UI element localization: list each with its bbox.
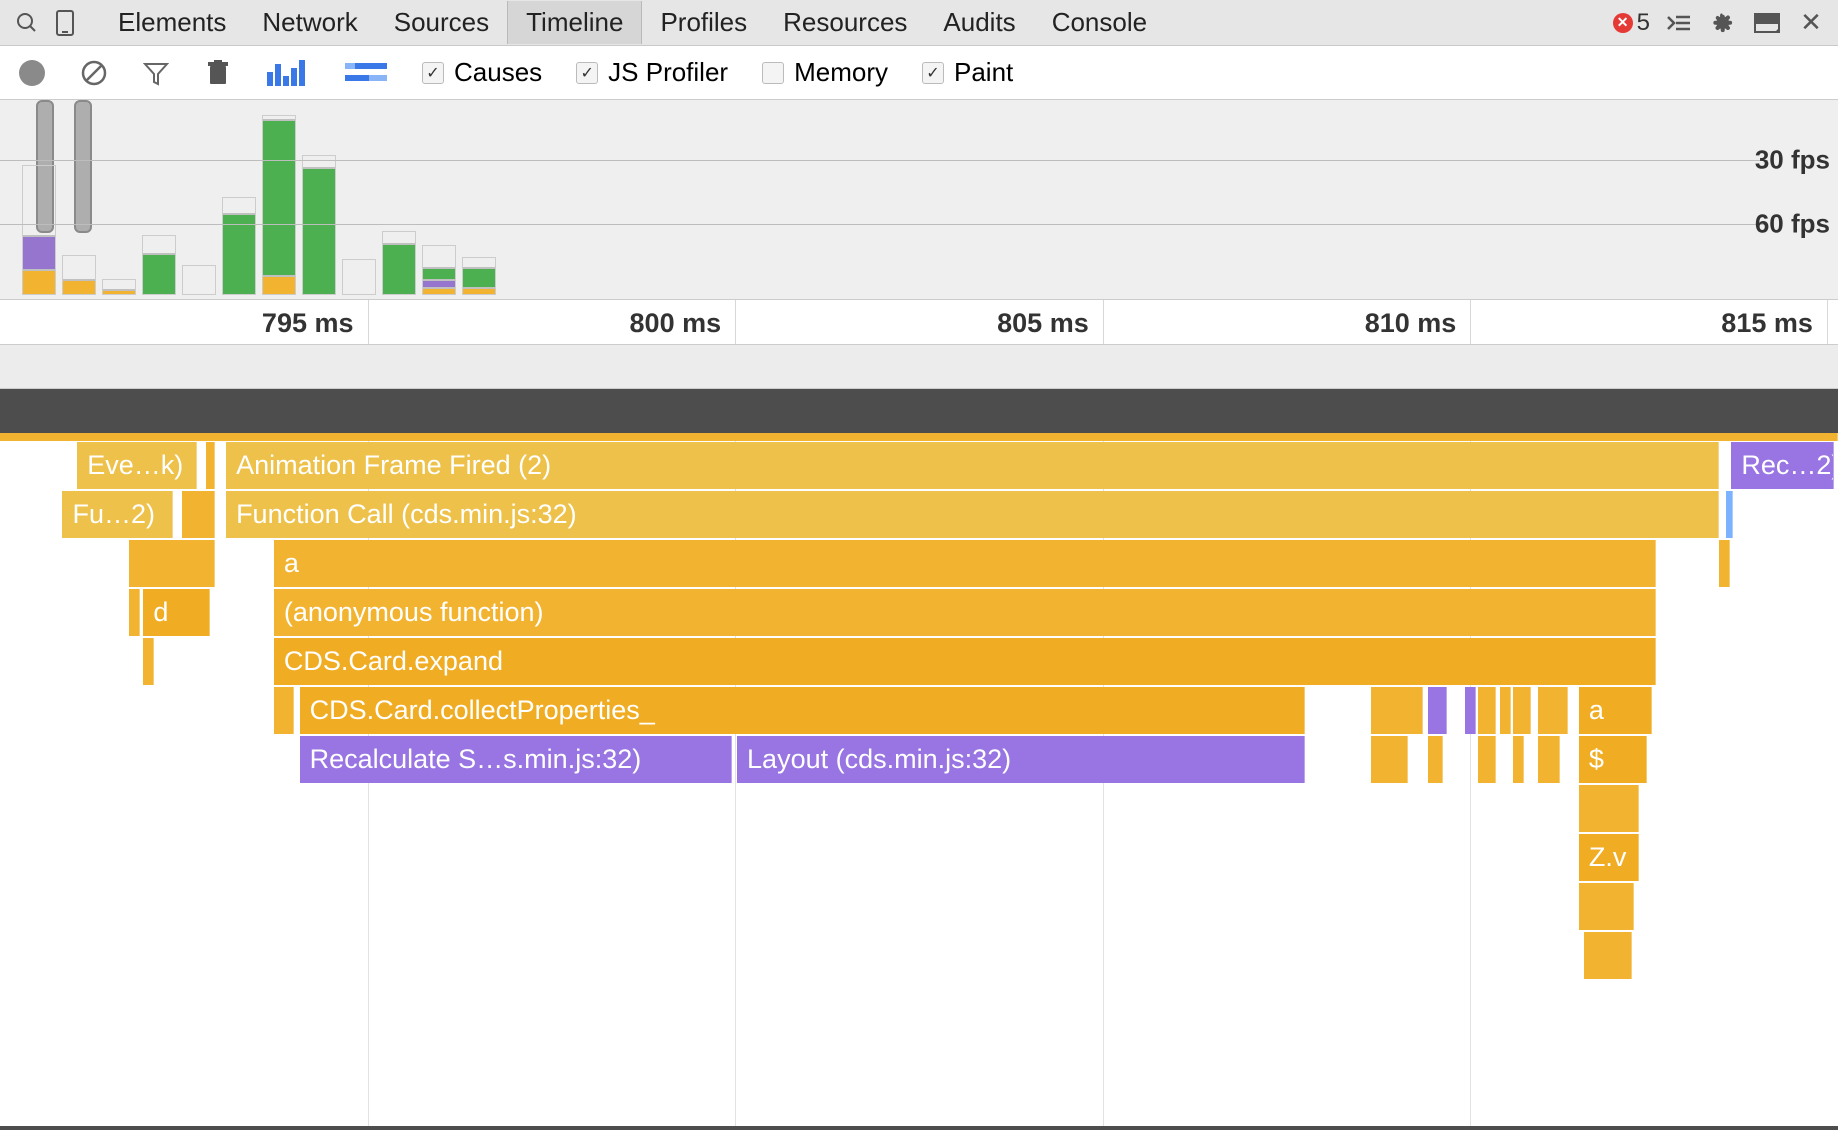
tab-console[interactable]: Console [1034, 1, 1165, 44]
tab-timeline[interactable]: Timeline [507, 1, 642, 44]
fps-30-line [0, 160, 1768, 161]
trash-icon[interactable] [204, 59, 232, 87]
tab-audits[interactable]: Audits [925, 1, 1033, 44]
checkbox-label: Paint [954, 57, 1013, 88]
fps-60-line [0, 224, 1768, 225]
device-icon[interactable] [50, 8, 80, 38]
flame-event[interactable] [1584, 932, 1632, 979]
error-count-label: 5 [1637, 9, 1650, 37]
flame-event[interactable] [206, 442, 215, 489]
ruler-label: 805 ms [997, 308, 1099, 339]
flame-event-animation-frame[interactable]: Animation Frame Fired (2) [226, 442, 1718, 489]
settings-icon[interactable] [1708, 8, 1738, 38]
flame-event-recalc-style[interactable]: Rec…2) [1731, 442, 1834, 489]
ruler-label: 810 ms [1365, 308, 1467, 339]
checkbox-paint[interactable]: Paint [922, 57, 1013, 88]
time-ruler[interactable]: 795 ms 800 ms 805 ms 810 ms 815 ms [0, 300, 1838, 345]
checkbox-memory[interactable]: Memory [762, 57, 888, 88]
flame-event[interactable]: a [1579, 687, 1653, 734]
flame-event[interactable] [1428, 687, 1446, 734]
flame-event[interactable] [1538, 736, 1560, 783]
checkbox-icon [576, 62, 598, 84]
overview-pane[interactable]: 30 fps 60 fps [0, 100, 1838, 300]
flame-event-zv[interactable]: Z.v [1579, 834, 1640, 881]
flame-event[interactable] [274, 687, 294, 734]
show-drawer-icon[interactable] [1664, 8, 1694, 38]
flame-event-function[interactable]: Fu…2) [62, 491, 172, 538]
flame-event[interactable] [1719, 540, 1730, 587]
flame-event[interactable] [1513, 736, 1524, 783]
cpu-band [0, 345, 1838, 389]
flame-event-a[interactable]: a [274, 540, 1656, 587]
checkbox-icon [762, 62, 784, 84]
checkbox-icon [922, 62, 944, 84]
fps-30-label: 30 fps [1755, 145, 1830, 176]
flame-chart[interactable]: Eve…k) Animation Frame Fired (2) Rec…2) … [0, 433, 1838, 1130]
checkbox-icon [422, 62, 444, 84]
flame-event-d[interactable]: d [143, 589, 209, 636]
flame-event[interactable] [1428, 736, 1443, 783]
tab-profiles[interactable]: Profiles [642, 1, 765, 44]
flame-event[interactable] [1538, 687, 1567, 734]
flame-event[interactable] [129, 589, 140, 636]
dock-icon[interactable] [1752, 8, 1782, 38]
tab-resources[interactable]: Resources [765, 1, 925, 44]
flame-event-card-expand[interactable]: CDS.Card.expand [274, 638, 1656, 685]
flame-event[interactable] [1579, 785, 1640, 832]
flame-event[interactable] [1500, 687, 1511, 734]
flame-event[interactable] [1478, 736, 1496, 783]
devtools-tabs: Elements Network Sources Timeline Profil… [100, 1, 1165, 44]
tab-elements[interactable]: Elements [100, 1, 244, 44]
ruler-label: 815 ms [1721, 308, 1823, 339]
fps-60-label: 60 fps [1755, 209, 1830, 240]
search-icon[interactable] [12, 8, 42, 38]
checkbox-causes[interactable]: Causes [422, 57, 542, 88]
flame-event[interactable] [1371, 687, 1422, 734]
flame-event[interactable] [1513, 687, 1531, 734]
tab-sources[interactable]: Sources [376, 1, 507, 44]
overview-bars [22, 115, 1838, 295]
flame-event[interactable] [1478, 687, 1496, 734]
flame-event-layout[interactable]: Layout (cds.min.js:32) [737, 736, 1305, 783]
flame-event[interactable] [129, 540, 215, 587]
checkbox-label: Causes [454, 57, 542, 88]
flame-event-anonymous[interactable]: (anonymous function) [274, 589, 1656, 636]
error-count-button[interactable]: ✕ 5 [1613, 9, 1650, 37]
devtools-tab-bar: Elements Network Sources Timeline Profil… [0, 0, 1838, 46]
frames-view-icon[interactable] [266, 59, 310, 87]
timeline-toolbar: Causes JS Profiler Memory Paint [0, 46, 1838, 100]
flame-event[interactable] [1726, 491, 1733, 538]
flame-event[interactable] [143, 638, 154, 685]
flame-event[interactable] [1465, 687, 1476, 734]
flame-event[interactable] [0, 433, 1838, 441]
tab-network[interactable]: Network [244, 1, 375, 44]
flame-view-icon[interactable] [344, 59, 388, 87]
checkbox-label: Memory [794, 57, 888, 88]
checkbox-label: JS Profiler [608, 57, 728, 88]
flame-event-collect-props[interactable]: CDS.Card.collectProperties_ [300, 687, 1305, 734]
error-icon: ✕ [1613, 13, 1633, 33]
flame-event[interactable] [1371, 736, 1408, 783]
ruler-label: 800 ms [630, 308, 732, 339]
flame-event[interactable] [182, 491, 215, 538]
flame-event-event[interactable]: Eve…k) [77, 442, 196, 489]
devtools-tabs-right: ✕ 5 ✕ [1613, 8, 1826, 38]
record-button[interactable] [18, 59, 46, 87]
flame-event-function-call[interactable]: Function Call (cds.min.js:32) [226, 491, 1718, 538]
ruler-label: 795 ms [262, 308, 364, 339]
net-band [0, 389, 1838, 433]
flame-event-recalc[interactable]: Recalculate S…s.min.js:32) [300, 736, 732, 783]
filter-icon[interactable] [142, 59, 170, 87]
flame-event[interactable] [1579, 883, 1634, 930]
close-devtools-icon[interactable]: ✕ [1796, 8, 1826, 38]
forbidden-icon[interactable] [80, 59, 108, 87]
flame-event-dollar[interactable]: $ [1579, 736, 1647, 783]
checkbox-jsprofiler[interactable]: JS Profiler [576, 57, 728, 88]
